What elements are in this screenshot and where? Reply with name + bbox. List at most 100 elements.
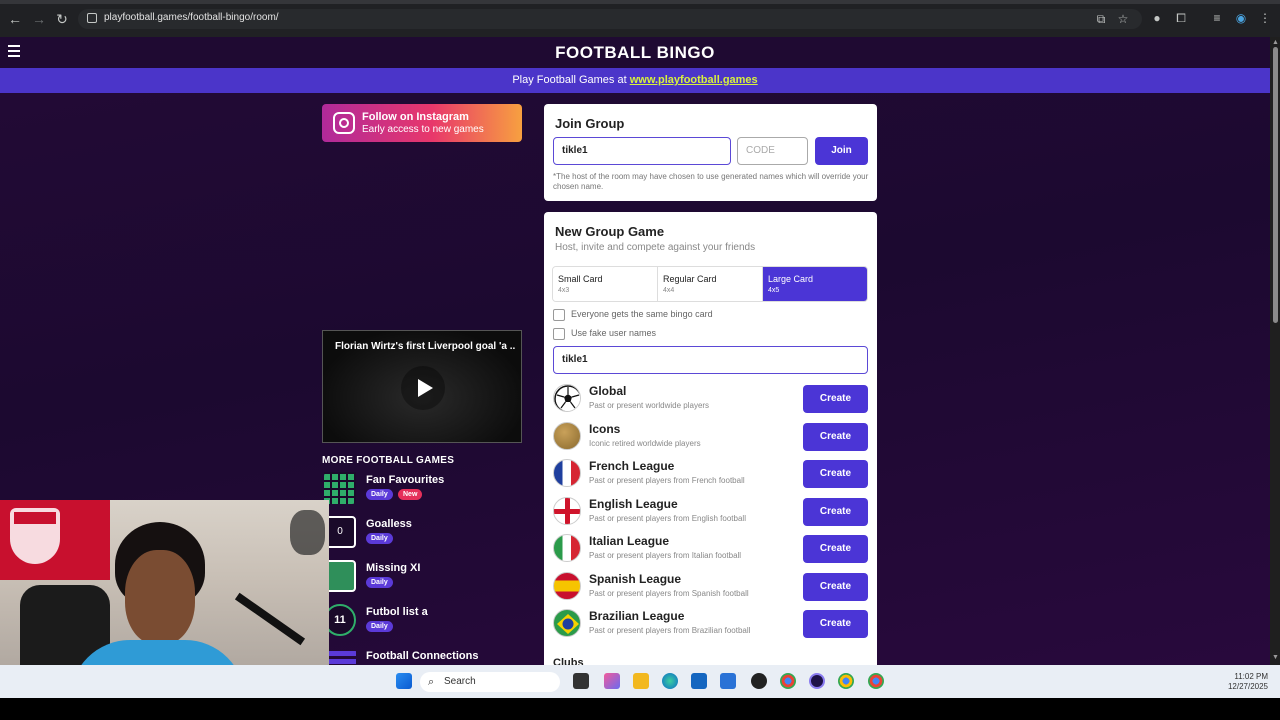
league-name: Icons (589, 422, 621, 436)
chrome-alt-icon[interactable] (868, 673, 884, 689)
scroll-up-icon[interactable]: ▲ (1272, 39, 1279, 46)
forward-icon[interactable]: → (30, 10, 48, 28)
card-size-selector: Small Card 4x3 Regular Card 4x4 Large Ca… (552, 266, 868, 302)
join-name-input[interactable]: tikle1 (553, 137, 731, 165)
outlook-icon[interactable] (720, 673, 736, 689)
banner-text: Play Football Games at (512, 74, 630, 86)
instagram-title: Follow on Instagram (362, 111, 469, 123)
reload-icon[interactable]: ↻ (53, 10, 71, 28)
scroll-down-icon[interactable]: ▼ (1272, 654, 1279, 661)
game-name: Goalless (366, 518, 412, 530)
league-name: Global (589, 384, 627, 398)
copilot-icon[interactable] (604, 673, 620, 689)
vintage-ball-icon (553, 422, 581, 450)
create-brazilian-button[interactable]: Create (803, 610, 868, 638)
obs-icon[interactable] (751, 673, 767, 689)
room-code-input[interactable]: CODE (737, 137, 808, 165)
daily-badge: Daily (366, 577, 393, 588)
spain-flag-icon (553, 572, 581, 600)
game-name: Fan Favourites (366, 474, 445, 486)
search-icon: ⌕ (428, 676, 435, 688)
league-desc: Past or present players from Spanish foo… (589, 589, 749, 598)
more-games-heading: MORE FOOTBALL GAMES (322, 455, 455, 466)
edge-icon[interactable] (662, 673, 678, 689)
instagram-follow-button[interactable]: Follow on Instagram Early access to new … (322, 104, 522, 142)
new-group-title: New Group Game (555, 224, 665, 239)
league-desc: Past or present worldwide players (589, 401, 710, 410)
play-icon[interactable] (401, 366, 445, 410)
promo-banner: Play Football Games at www.playfootball.… (0, 68, 1270, 93)
taskbar-clock[interactable]: 11:02 PM 12/27/2025 (1222, 672, 1268, 692)
game-item-futbol-list[interactable]: 11 Futbol list a Daily (322, 604, 542, 640)
scrollbar-thumb[interactable] (1273, 47, 1278, 323)
card-size-regular[interactable]: Regular Card 4x4 (658, 267, 763, 301)
france-flag-icon (553, 459, 581, 487)
address-bar[interactable]: playfootball.games/football-bingo/room/ … (78, 9, 1142, 29)
create-icons-button[interactable]: Create (803, 423, 868, 451)
store-icon[interactable] (691, 673, 707, 689)
arsenal-flag (0, 500, 110, 580)
banner-link[interactable]: www.playfootball.games (630, 74, 758, 86)
card-size-large[interactable]: Large Card 4x5 (763, 267, 867, 301)
page-scrollbar[interactable]: ▲ ▼ (1270, 37, 1280, 665)
game-name: Football Connections (366, 650, 479, 662)
app-circle-icon[interactable] (809, 673, 825, 689)
clubs-heading: Clubs (553, 657, 584, 665)
italy-flag-icon (553, 534, 581, 562)
profile-avatar-icon[interactable]: ◉ (1234, 11, 1248, 25)
site-info-icon[interactable] (87, 13, 97, 23)
create-italian-button[interactable]: Create (803, 535, 868, 563)
browser-chrome: ← → ↻ playfootball.games/football-bingo/… (0, 0, 1280, 37)
taskbar-search[interactable]: ⌕ Search (420, 672, 560, 692)
install-app-icon[interactable]: ⧉ (1094, 12, 1108, 26)
game-item-football-connections[interactable]: Football Connections (322, 648, 542, 665)
league-row-italian: Italian League Past or present players f… (552, 533, 870, 565)
new-group-subtitle: Host, invite and compete against your fr… (555, 242, 756, 253)
bookmark-star-icon[interactable]: ☆ (1116, 12, 1130, 26)
same-card-checkbox[interactable] (553, 309, 565, 321)
media-controls-icon[interactable]: ≡ (1210, 11, 1224, 25)
extension-circle-icon[interactable]: ● (1150, 11, 1164, 25)
create-global-button[interactable]: Create (803, 385, 868, 413)
extensions-puzzle-icon[interactable]: ⧠ (1174, 11, 1188, 25)
windows-start-icon[interactable] (396, 673, 412, 689)
same-card-label[interactable]: Everyone gets the same bingo card (571, 309, 713, 319)
chrome-profile-icon[interactable] (838, 673, 854, 689)
screen-bottom-bar (0, 698, 1280, 720)
game-item-missing-xi[interactable]: Missing XI Daily (322, 560, 542, 596)
video-player[interactable]: Florian Wirtz's first Liverpool goal 'a … (322, 330, 522, 443)
league-row-brazilian: Brazilian League Past or present players… (552, 608, 870, 640)
brazil-flag-icon (553, 609, 581, 637)
wall-decor (290, 510, 325, 555)
league-name: English League (589, 497, 678, 511)
url-text[interactable]: playfootball.games/football-bingo/room/ (104, 12, 279, 23)
game-item-goalless[interactable]: 0 Goalless Daily (322, 516, 542, 552)
microphone-arm (234, 592, 306, 646)
windows-taskbar: ⌕ Search 11:02 PM 12/27/2025 (0, 665, 1280, 698)
kebab-menu-icon[interactable]: ⋮ (1258, 11, 1272, 25)
league-row-spanish: Spanish League Past or present players f… (552, 571, 870, 603)
site-title[interactable]: FOOTBALL BINGO (0, 43, 1270, 63)
join-group-card: Join Group tikle1 CODE Join *The host of… (544, 104, 877, 201)
daily-badge: Daily (366, 489, 393, 500)
create-english-button[interactable]: Create (803, 498, 868, 526)
league-desc: Past or present players from French foot… (589, 476, 745, 485)
card-size-label: Small Card (558, 274, 603, 284)
create-french-button[interactable]: Create (803, 460, 868, 488)
create-spanish-button[interactable]: Create (803, 573, 868, 601)
league-name: French League (589, 459, 675, 473)
file-explorer-icon[interactable] (633, 673, 649, 689)
host-name-input[interactable]: tikle1 (553, 346, 868, 374)
back-icon[interactable]: ← (6, 10, 24, 28)
fake-names-checkbox[interactable] (553, 328, 565, 340)
game-item-fan-favourites[interactable]: Fan Favourites Daily New (322, 472, 542, 508)
fake-names-label[interactable]: Use fake user names (571, 328, 656, 338)
chrome-icon[interactable] (780, 673, 796, 689)
join-button[interactable]: Join (815, 137, 868, 165)
task-view-icon[interactable] (573, 673, 589, 689)
video-title: Florian Wirtz's first Liverpool goal 'a … (335, 341, 515, 352)
league-row-french: French League Past or present players fr… (552, 458, 870, 490)
league-name: Italian League (589, 534, 670, 548)
card-size-small[interactable]: Small Card 4x3 (553, 267, 658, 301)
taskbar-search-label: Search (444, 676, 476, 687)
